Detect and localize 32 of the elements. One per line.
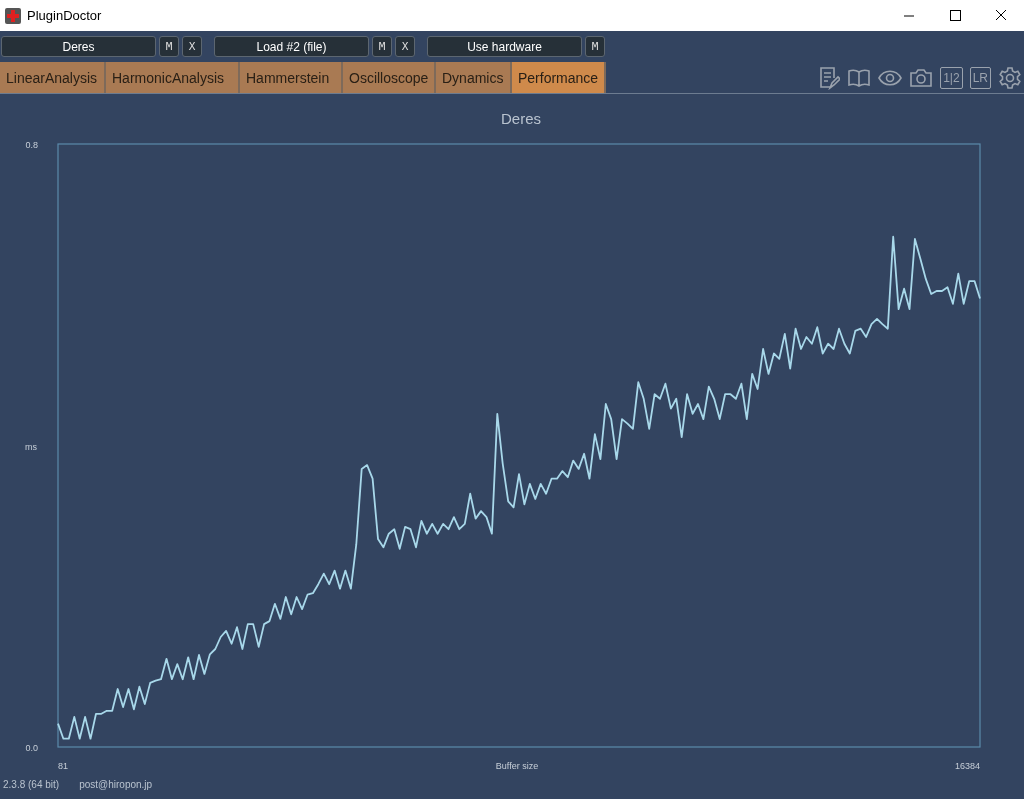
analysis-tab[interactable]: LinearAnalysis — [0, 62, 106, 93]
plugin-slot-button[interactable]: Use hardware — [427, 36, 582, 57]
analysis-tab[interactable]: Dynamics — [436, 62, 512, 93]
analysis-tab[interactable]: HarmonicAnalysis — [106, 62, 240, 93]
app-logo-icon — [5, 7, 21, 24]
analysis-tab[interactable]: Hammerstein — [240, 62, 343, 93]
slot-option-button[interactable]: X — [182, 36, 202, 57]
book-icon[interactable] — [847, 67, 872, 88]
x-tick-label: 16384 — [954, 761, 980, 771]
toolbar-toggle-button[interactable]: 1|2 — [940, 66, 963, 89]
plugin-slot-button[interactable]: Deres — [1, 36, 156, 57]
y-axis-label: ms — [25, 441, 37, 452]
slot-option-button[interactable]: M — [372, 36, 392, 57]
chart-title: Deres — [501, 110, 541, 127]
y-tick-label: 0.0 — [25, 743, 38, 753]
slot-option-button[interactable]: M — [159, 36, 179, 57]
slot-option-button[interactable]: X — [395, 36, 415, 57]
toolbar-toggle-button[interactable]: LR — [969, 66, 991, 89]
camera-icon[interactable] — [909, 67, 934, 88]
x-tick-label: 81 — [58, 761, 68, 771]
settings-icon[interactable] — [998, 65, 1022, 90]
y-tick-label: 0.8 — [25, 140, 38, 150]
x-axis-label: Buffer size — [495, 761, 539, 771]
analysis-tab[interactable]: Performance — [512, 62, 606, 93]
eye-icon[interactable] — [878, 69, 903, 86]
contact-email: post@hiropon.jp — [79, 779, 153, 790]
slot-option-button[interactable]: M — [585, 36, 605, 57]
window-title: PluginDoctor — [27, 8, 103, 23]
version-text: 2.3.8 (64 bit) — [3, 779, 60, 790]
plugin-slot-button[interactable]: Load #2 (file) — [214, 36, 369, 57]
notes-icon[interactable] — [818, 65, 841, 90]
analysis-tab[interactable]: Oscilloscope — [343, 62, 436, 93]
